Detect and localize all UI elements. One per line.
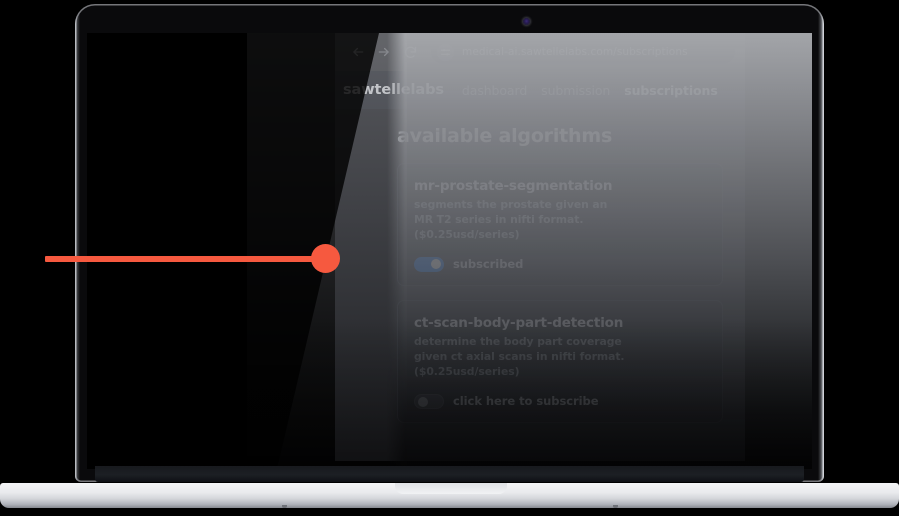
screenshot-stage: medical-ai.sawtellelabs.com/subscription… bbox=[0, 0, 899, 516]
address-bar[interactable]: medical-ai.sawtellelabs.com/subscription… bbox=[431, 40, 735, 64]
algorithm-card[interactable]: mr-prostate-segmentation segments the pr… bbox=[397, 163, 723, 286]
nav-item-dashboard[interactable]: dashboard bbox=[462, 83, 527, 98]
reload-button[interactable] bbox=[397, 39, 423, 65]
toggle-knob bbox=[418, 397, 428, 408]
annotation-line bbox=[45, 256, 327, 262]
subscription-toggle-label: click here to subscribe bbox=[453, 394, 599, 409]
laptop-screen: medical-ai.sawtellelabs.com/subscription… bbox=[87, 33, 812, 469]
nav-item-subscriptions[interactable]: subscriptions bbox=[624, 83, 718, 98]
brand-logo[interactable]: sawtellelabs bbox=[343, 82, 444, 98]
subscription-toggle[interactable] bbox=[414, 256, 444, 272]
subscription-toggle[interactable] bbox=[414, 393, 444, 409]
arrow-left-icon bbox=[353, 47, 364, 57]
algorithm-name: mr-prostate-segmentation bbox=[414, 178, 613, 194]
subscription-toggle-row[interactable]: click here to subscribe bbox=[414, 393, 706, 409]
laptop-foot-right bbox=[613, 505, 618, 508]
algorithm-name: ct-scan-body-part-detection bbox=[414, 314, 624, 331]
lid-right-edge-highlight bbox=[818, 4, 824, 482]
browser-toolbar: medical-ai.sawtellelabs.com/subscription… bbox=[335, 33, 745, 71]
laptop-foot-left bbox=[282, 505, 287, 508]
subscription-toggle-label: subscribed bbox=[453, 257, 524, 272]
reload-icon bbox=[404, 46, 416, 58]
toggle-knob bbox=[431, 259, 441, 270]
page-title: available algorithms bbox=[397, 125, 613, 147]
arrow-right-icon bbox=[378, 47, 389, 57]
webcam-dot-icon bbox=[523, 18, 530, 25]
url-text: medical-ai.sawtellelabs.com/subscription… bbox=[462, 46, 688, 58]
forward-button[interactable] bbox=[371, 39, 397, 65]
sliders-icon[interactable] bbox=[437, 43, 454, 61]
algorithm-description: segments the prostate given an MR T2 ser… bbox=[414, 198, 608, 242]
page-content: available algorithms mr-prostate-segment… bbox=[335, 109, 745, 461]
subscription-toggle-row[interactable]: subscribed bbox=[414, 256, 706, 272]
nav-item-submission[interactable]: submission bbox=[541, 83, 610, 98]
browser-window: medical-ai.sawtellelabs.com/subscription… bbox=[335, 33, 745, 461]
laptop-lid: medical-ai.sawtellelabs.com/subscription… bbox=[75, 4, 824, 482]
laptop-base-notch bbox=[395, 483, 507, 494]
back-button[interactable] bbox=[345, 39, 371, 65]
laptop-hinge bbox=[95, 466, 804, 482]
site-nav: sawtellelabs dashboard submission subscr… bbox=[335, 71, 745, 109]
algorithm-card[interactable]: ct-scan-body-part-detection determine th… bbox=[397, 299, 723, 423]
annotation-dot bbox=[311, 244, 340, 273]
lid-left-edge-highlight bbox=[75, 4, 80, 482]
algorithm-description: determine the body part coverage given c… bbox=[414, 335, 625, 378]
